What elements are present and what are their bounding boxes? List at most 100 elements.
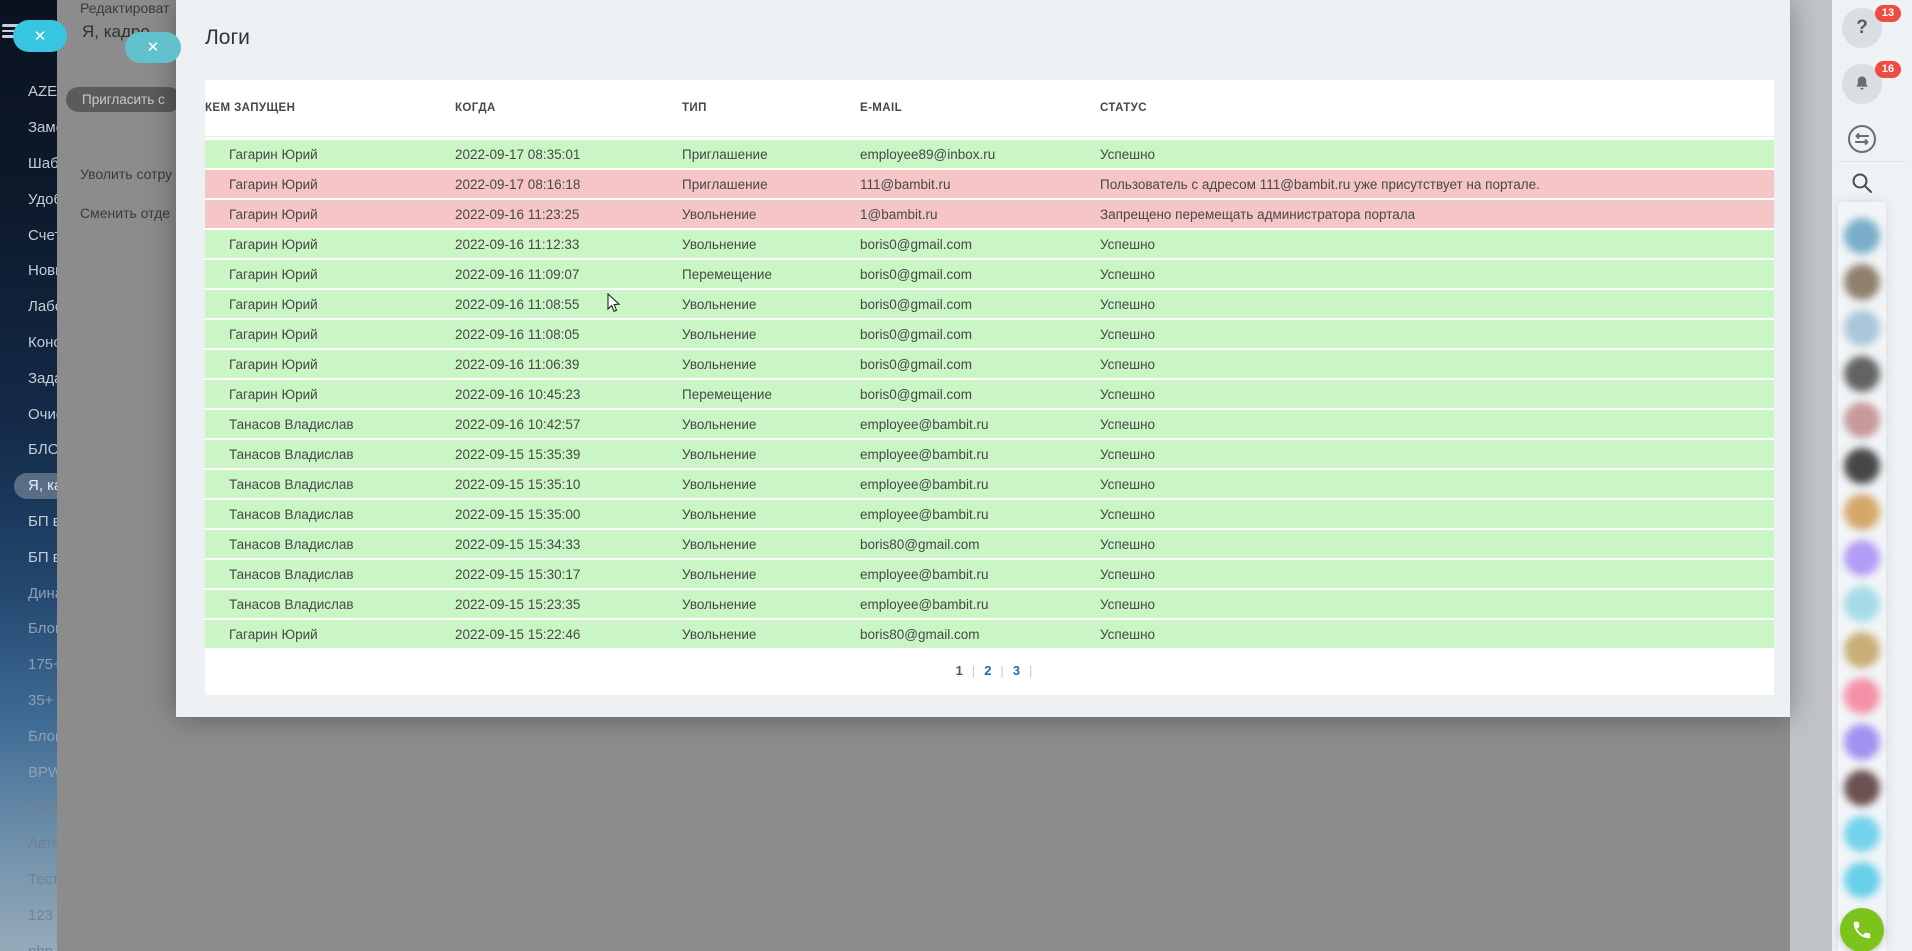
avatar[interactable] xyxy=(1844,402,1880,438)
sidebar-item-label: Доку xyxy=(28,799,61,817)
logs-panel: Логи КЕМ ЗАПУЩЕН КОГДА ТИП E-MAIL СТАТУС xyxy=(176,0,1790,717)
cell-who: Гагарин Юрий xyxy=(229,296,318,312)
cell-type: Увольнение xyxy=(682,326,757,342)
avatar[interactable] xyxy=(1844,310,1880,346)
cell-status: Успешно xyxy=(1100,446,1156,462)
table-row: Гагарин Юрий 2022-09-17 08:16:18 Приглаш… xyxy=(205,170,1774,198)
cell-when: 2022-09-16 11:09:07 xyxy=(455,266,580,282)
cell-type: Увольнение xyxy=(682,596,757,612)
cell-status: Пользователь с адресом 111@bambit.ru уже… xyxy=(1100,176,1540,192)
cell-who: Гагарин Юрий xyxy=(229,266,318,282)
menu-item[interactable]: Редактироват xyxy=(80,0,169,16)
column-header: КОГДА xyxy=(455,102,496,114)
close-logs-button[interactable]: ✕ xyxy=(125,32,181,63)
avatar[interactable] xyxy=(1844,448,1880,484)
cell-type: Увольнение xyxy=(682,296,757,312)
table-row: Гагарин Юрий 2022-09-16 11:09:07 Перемещ… xyxy=(205,260,1774,288)
cell-email: boris0@gmail.com xyxy=(860,266,972,282)
menu-item[interactable]: Сменить отде xyxy=(80,205,170,221)
avatar[interactable] xyxy=(1844,816,1880,852)
sidebar-item-label: БЛО xyxy=(28,441,60,459)
table-row: Гагарин Юрий 2022-09-16 11:08:05 Увольне… xyxy=(205,320,1774,348)
cell-type: Перемещение xyxy=(682,386,772,402)
cell-email: employee@bambit.ru xyxy=(860,506,989,522)
avatar[interactable] xyxy=(1844,540,1880,576)
cell-who: Танасов Владислав xyxy=(229,566,354,582)
cell-type: Увольнение xyxy=(682,566,757,582)
cell-status: Успешно xyxy=(1100,236,1156,252)
cell-status: Успешно xyxy=(1100,266,1156,282)
avatar[interactable] xyxy=(1844,218,1880,254)
page-link[interactable]: 2 xyxy=(975,663,1000,678)
sidebar-item-label: БП в xyxy=(28,548,61,566)
close-slider1-button[interactable]: ✕ xyxy=(13,20,67,52)
table-row: Гагарин Юрий 2022-09-15 15:22:46 Увольне… xyxy=(205,620,1774,648)
cell-email: employee@bambit.ru xyxy=(860,596,989,612)
cell-who: Танасов Владислав xyxy=(229,476,354,492)
cell-status: Успешно xyxy=(1100,386,1156,402)
cell-when: 2022-09-16 11:23:25 xyxy=(455,206,580,222)
notifications-button[interactable]: 16 xyxy=(1842,61,1901,104)
sidebar-item-label: Авто xyxy=(28,835,61,853)
cell-when: 2022-09-16 10:45:23 xyxy=(455,386,581,402)
table-header-row: КЕМ ЗАПУЩЕН КОГДА ТИП E-MAIL СТАТУС xyxy=(205,80,1774,137)
avatar[interactable] xyxy=(1844,264,1880,300)
avatar[interactable] xyxy=(1844,586,1880,622)
table-row: Гагарин Юрий 2022-09-16 11:23:25 Увольне… xyxy=(205,200,1774,228)
avatar[interactable] xyxy=(1844,632,1880,668)
table-row: Танасов Владислав 2022-09-15 15:35:10 Ув… xyxy=(205,470,1774,498)
column-header: СТАТУС xyxy=(1100,102,1147,114)
avatar[interactable] xyxy=(1844,862,1880,898)
avatar[interactable] xyxy=(1844,678,1880,714)
pagination-item: 2 | xyxy=(975,663,1004,678)
call-button[interactable] xyxy=(1840,908,1884,951)
avatar[interactable] xyxy=(1844,356,1880,392)
cell-when: 2022-09-15 15:35:00 xyxy=(455,506,581,522)
avatar[interactable] xyxy=(1844,494,1880,530)
cell-when: 2022-09-15 15:34:33 xyxy=(455,536,581,552)
phone-icon xyxy=(1853,921,1871,939)
cell-who: Танасов Владислав xyxy=(229,536,354,552)
table-row: Танасов Владислав 2022-09-16 10:42:57 Ув… xyxy=(205,410,1774,438)
menu-item[interactable]: Уволить сотру xyxy=(80,166,172,182)
table-row: Гагарин Юрий 2022-09-16 11:08:55 Увольне… xyxy=(205,290,1774,318)
sidebar-item-label: 123 xyxy=(28,906,54,924)
page-title: Логи xyxy=(205,26,250,49)
cell-email: boris0@gmail.com xyxy=(860,236,972,252)
cell-when: 2022-09-17 08:35:01 xyxy=(455,146,581,162)
avatar-list xyxy=(1838,202,1886,898)
cell-type: Увольнение xyxy=(682,446,757,462)
cell-status: Успешно xyxy=(1100,476,1156,492)
help-button[interactable]: ? 13 xyxy=(1842,5,1901,48)
cell-email: boris0@gmail.com xyxy=(860,296,972,312)
cell-status: Успешно xyxy=(1100,596,1156,612)
cell-who: Гагарин Юрий xyxy=(229,626,318,642)
cell-type: Увольнение xyxy=(682,476,757,492)
cell-status: Успешно xyxy=(1100,416,1156,432)
sidebar-item-label: php xyxy=(28,943,53,951)
search-button[interactable] xyxy=(1850,171,1874,195)
page-link[interactable]: 3 xyxy=(1004,663,1029,678)
cell-type: Приглашение xyxy=(682,176,768,192)
cell-when: 2022-09-15 15:23:35 xyxy=(455,596,581,612)
cell-when: 2022-09-17 08:16:18 xyxy=(455,176,581,192)
cell-who: Танасов Владислав xyxy=(229,506,354,522)
cell-email: boris0@gmail.com xyxy=(860,386,972,402)
messenger-button[interactable] xyxy=(1842,119,1882,159)
app-window: AZEX Заме Шаб Удоб Счет Новы Лабо Коно З… xyxy=(0,0,1912,951)
cell-type: Увольнение xyxy=(682,626,757,642)
cell-status: Запрещено перемещать администратора порт… xyxy=(1100,206,1416,222)
cell-email: employee@bambit.ru xyxy=(860,446,989,462)
invite-employee-button[interactable]: Пригласить с xyxy=(66,87,181,112)
table-row: Танасов Владислав 2022-09-15 15:23:35 Ув… xyxy=(205,590,1774,618)
pagination-separator: | xyxy=(1029,662,1033,678)
table-row: Гагарин Юрий 2022-09-16 10:45:23 Перемещ… xyxy=(205,380,1774,408)
avatar[interactable] xyxy=(1844,724,1880,760)
cell-type: Приглашение xyxy=(682,146,768,162)
cell-email: boris0@gmail.com xyxy=(860,326,972,342)
avatar[interactable] xyxy=(1844,770,1880,806)
cell-type: Увольнение xyxy=(682,356,757,372)
page-link[interactable]: 1 xyxy=(947,663,972,678)
cell-who: Гагарин Юрий xyxy=(229,236,318,252)
cell-email: boris0@gmail.com xyxy=(860,356,972,372)
